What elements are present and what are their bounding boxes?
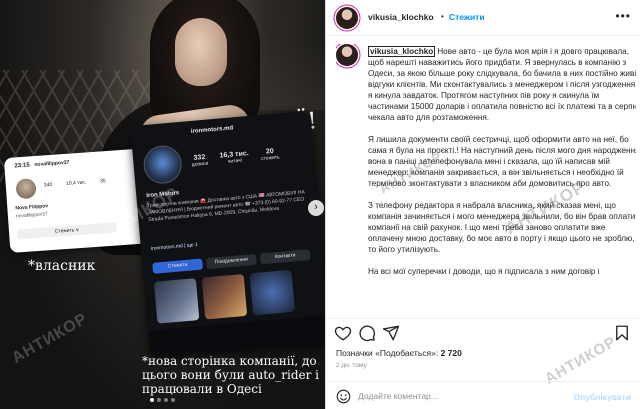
highlight-thumbnail — [201, 273, 248, 320]
comment-icon[interactable] — [358, 324, 376, 342]
carousel-dots — [150, 398, 175, 402]
owner-stat: 10,4 тис. — [65, 179, 87, 187]
post-actions — [326, 318, 640, 344]
emoji-icon[interactable] — [336, 389, 351, 404]
company-link: ironmotors.md | ще 1 — [150, 241, 199, 252]
carousel-dot — [157, 398, 161, 402]
caption-avatar[interactable] — [336, 44, 358, 66]
post-panel: vikusia_klochko • Стежити ••• vikusia_kl… — [325, 0, 640, 409]
owner-stat: 35 — [99, 178, 106, 185]
owner-username: novafilippov37 — [34, 159, 70, 169]
owner-caption: *власник — [28, 258, 96, 274]
likes-count[interactable]: Позначки «Подобається»: 2 720 — [336, 348, 462, 358]
company-follow-button: Стежити — [152, 258, 203, 274]
publish-button[interactable]: Опублікувати — [574, 392, 631, 402]
post-date: 2 дн. тому — [336, 362, 367, 369]
owner-avatar — [15, 178, 37, 200]
company-message-button: Повідомлення — [206, 253, 257, 270]
avatar[interactable] — [336, 7, 358, 29]
carousel-dot — [171, 398, 175, 402]
company-profile-screenshot: ironmotors.md 332 дописи 16,3 тис. читачі … — [130, 110, 325, 358]
caption-paragraph: Нове авто - це була моя мрія і я довго п… — [368, 47, 636, 122]
post-image[interactable]: ШАХРАЇ! 23:15 novafilippov37 340 10,4 ти… — [0, 0, 325, 409]
bookmark-icon[interactable] — [613, 324, 631, 342]
owner-handle: novafilippov37 — [15, 211, 49, 220]
photo-subject-face — [175, 18, 227, 86]
highlight-thumbnail — [153, 278, 200, 324]
highlight-thumbnail — [249, 269, 296, 316]
company-caption: *нова сторінка компанії, до цього вони б… — [142, 354, 319, 396]
author-username[interactable]: vikusia_klochko — [368, 12, 434, 22]
likes-label: Позначки «Подобається»: — [336, 348, 441, 358]
company-avatar — [142, 144, 184, 186]
phone-time: 23:15 — [14, 162, 30, 170]
owner-stats: 340 10,4 тис. 35 — [44, 178, 106, 188]
following-label: стежить — [260, 154, 280, 162]
carousel-dot — [164, 398, 168, 402]
caption-username[interactable]: vikusia_klochko — [368, 46, 436, 57]
company-stats: 332 дописи 16,3 тис. читачі 20 стежить — [191, 147, 280, 168]
owner-profile-screenshot: 23:15 novafilippov37 340 10,4 тис. 35 No… — [3, 148, 156, 253]
comment-input[interactable] — [358, 388, 558, 404]
caption-paragraph: На всі мої суперечки і доводи, що я підп… — [368, 267, 600, 276]
post-caption: vikusia_klochko Нове авто - це була моя м… — [336, 44, 636, 312]
followers-label: читачі — [227, 157, 242, 165]
company-username: ironmotors.md — [190, 125, 234, 136]
more-horizontal-icon[interactable]: ••• — [615, 9, 631, 23]
watermark: АНТИКОР — [9, 310, 91, 367]
company-contacts-button: Контакти — [259, 249, 311, 265]
heart-icon[interactable] — [334, 324, 352, 342]
separator-dot: • — [441, 12, 444, 21]
caption-paragraph: З телефону редактора я набрала власника,… — [368, 201, 636, 254]
post-header: vikusia_klochko • Стежити ••• — [326, 0, 640, 36]
comment-bar: Опублікувати — [326, 381, 640, 409]
company-highlights — [153, 269, 296, 324]
follow-button[interactable]: Стежити — [449, 12, 485, 22]
owner-name: Nova Filippov — [15, 203, 49, 212]
share-icon[interactable] — [382, 324, 400, 342]
owner-stat: 340 — [43, 181, 53, 189]
likes-number: 2 720 — [440, 348, 462, 358]
carousel-dot-active — [150, 398, 154, 402]
posts-label: дописи — [191, 160, 209, 169]
next-slide-arrow-icon[interactable]: › — [308, 200, 324, 216]
